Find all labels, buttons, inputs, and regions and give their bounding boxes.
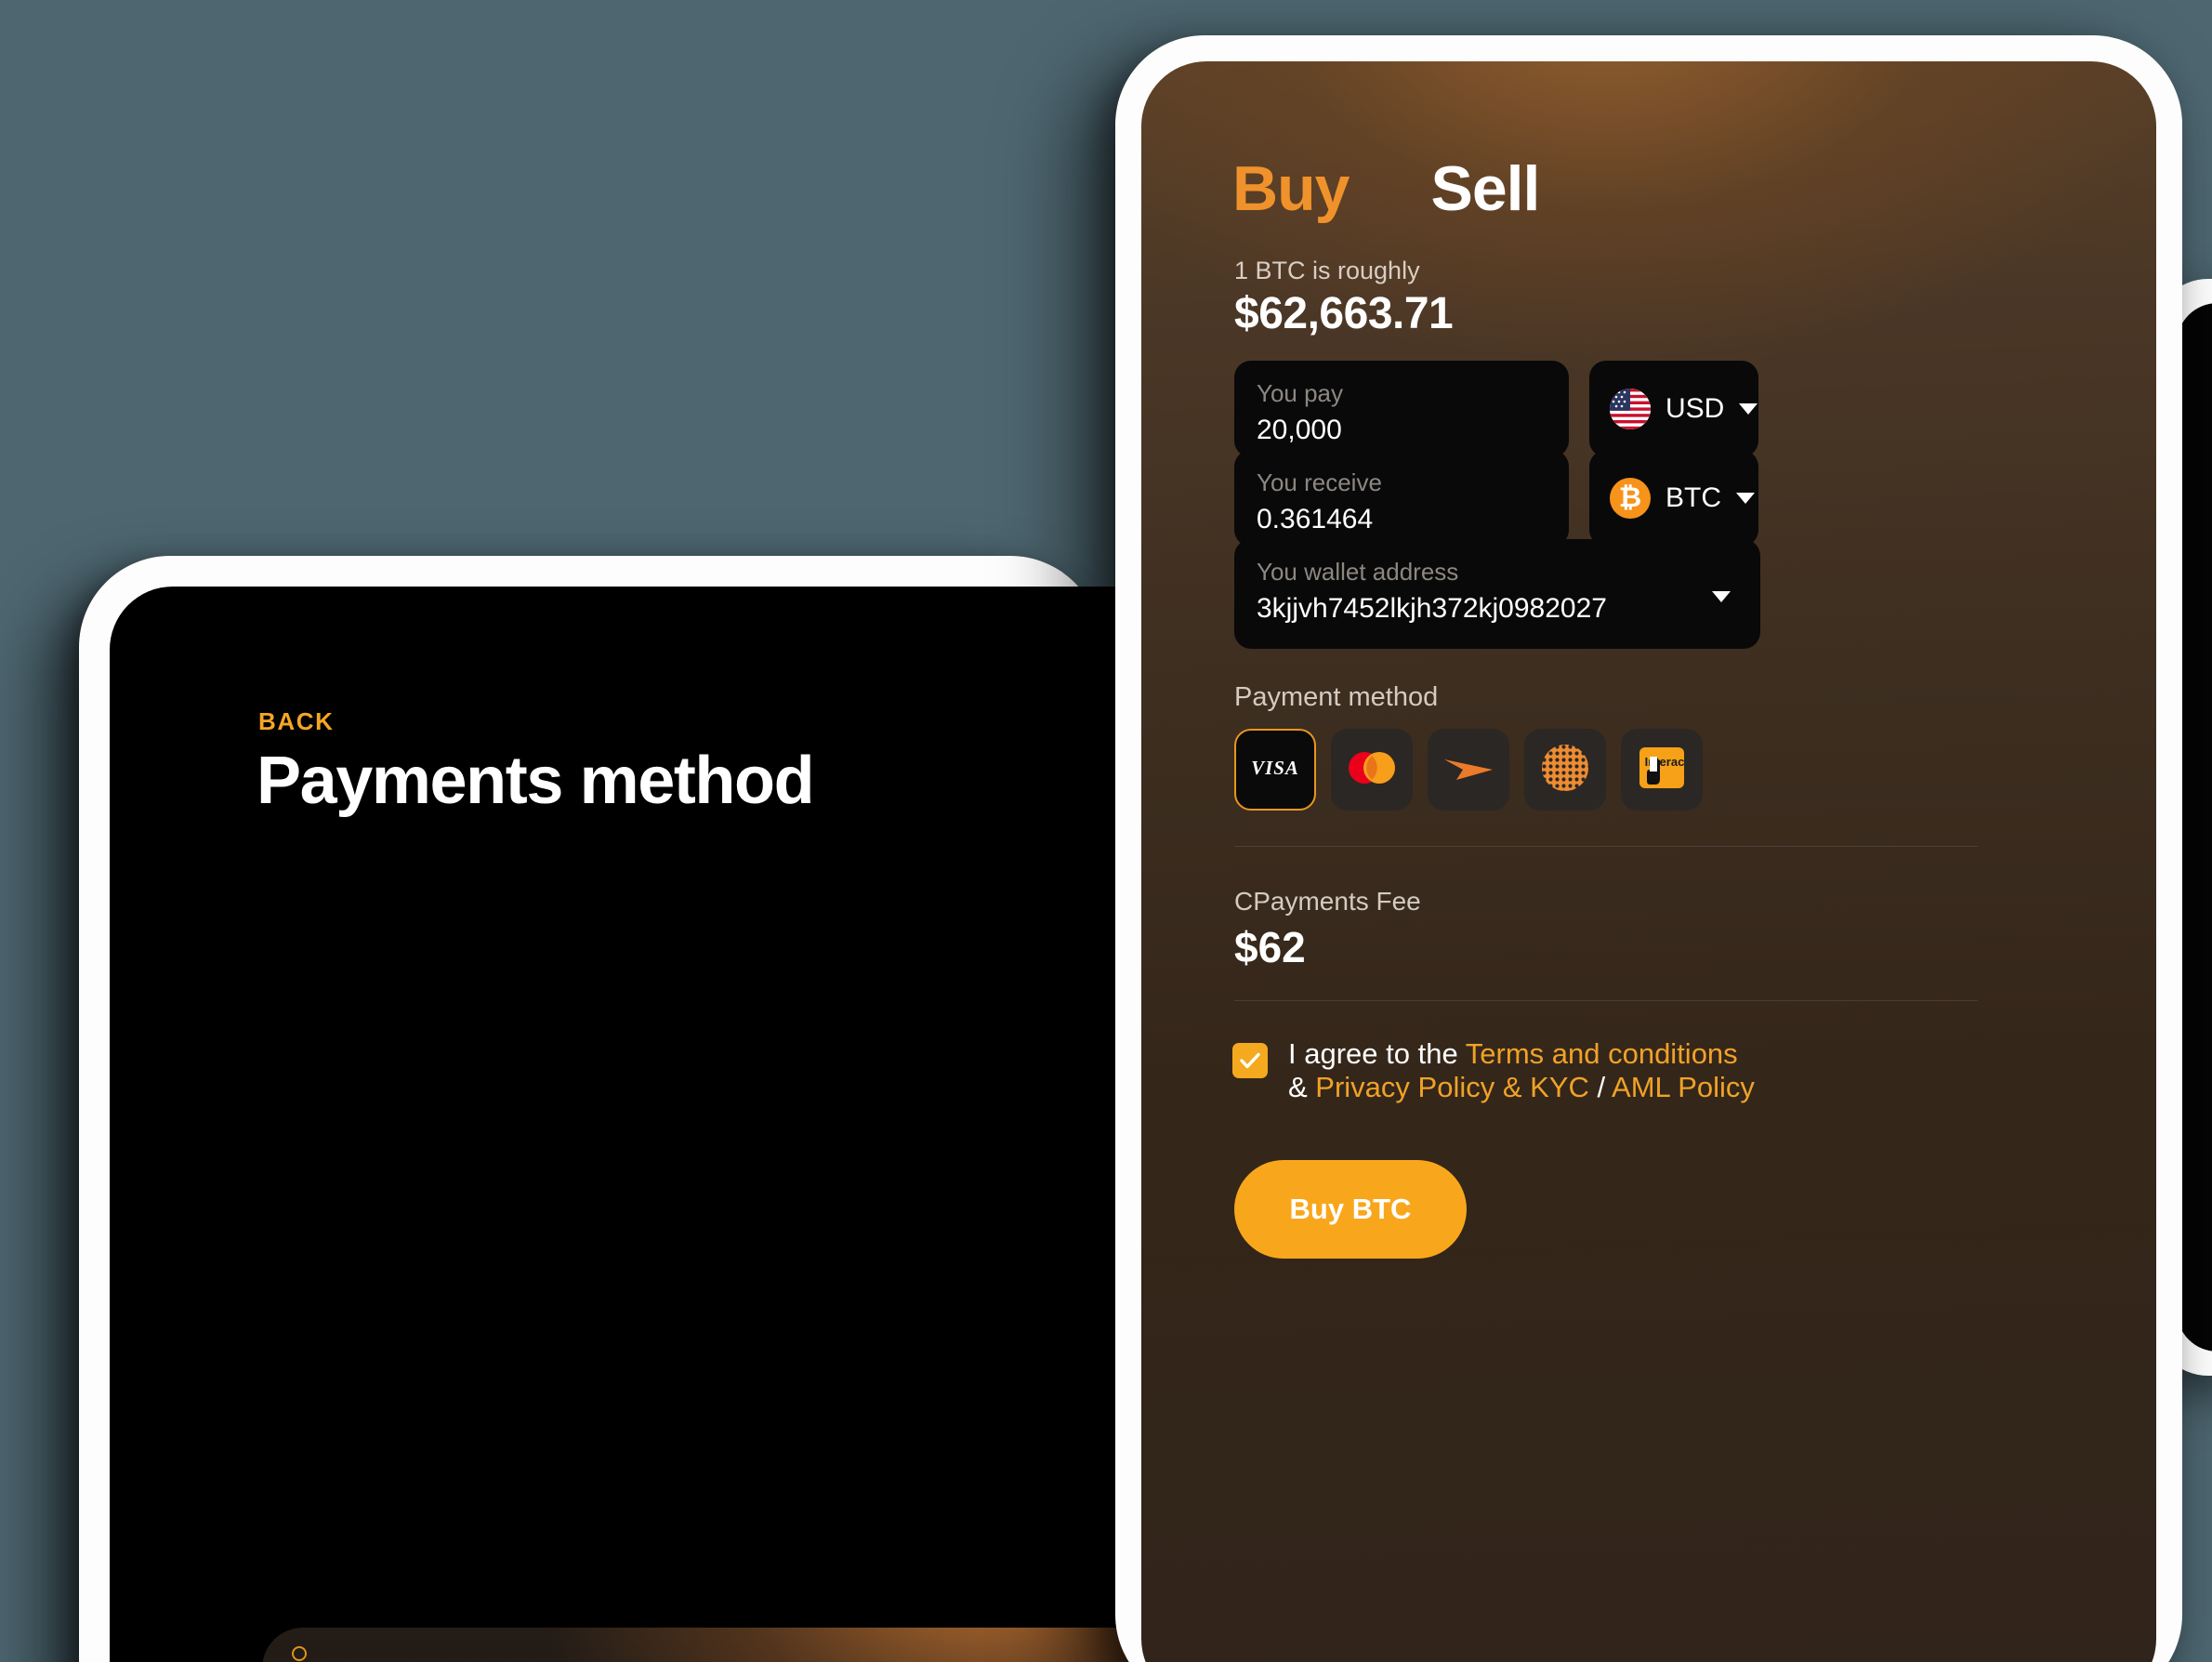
buy-sell-screen: Buy Sell 1 BTC is roughly $62,663.71 You… bbox=[1141, 61, 2156, 1662]
right-device-frame: Buy Sell 1 BTC is roughly $62,663.71 You… bbox=[1115, 35, 2182, 1662]
agreement-text: I agree to the Terms and conditions & Pri… bbox=[1288, 1037, 1755, 1104]
payment-option-interac-etransfer[interactable] bbox=[1428, 729, 1509, 811]
payment-method-options: VISA Interac bbox=[1234, 729, 1703, 811]
payment-option-mastercard[interactable] bbox=[1331, 729, 1413, 811]
credit-card-panel: Credit or Debit Card Card Number Expiry … bbox=[262, 1628, 1132, 1662]
payment-option-visa[interactable]: VISA bbox=[1234, 729, 1316, 811]
you-receive-input[interactable]: You receive 0.361464 bbox=[1234, 450, 1569, 547]
payments-method-screen: BACK Payments method Credit or Debit Car… bbox=[110, 587, 1132, 1662]
wallet-address-value: 3kjjvh7452lkjh372kj0982027 bbox=[1257, 593, 1607, 624]
receive-currency-selector[interactable]: ₿ BTC bbox=[1589, 450, 1758, 547]
privacy-policy-link[interactable]: Privacy Policy & KYC bbox=[1315, 1071, 1589, 1103]
agreement-checkbox[interactable] bbox=[1232, 1043, 1268, 1078]
payment-option-interac[interactable]: Interac bbox=[1621, 729, 1703, 811]
back-button[interactable]: BACK bbox=[258, 707, 335, 736]
you-receive-label: You receive bbox=[1257, 468, 1382, 496]
agreement-separator: / bbox=[1588, 1070, 1613, 1103]
pay-currency-selector[interactable]: USD bbox=[1589, 361, 1758, 457]
svg-text:VISA: VISA bbox=[1251, 758, 1299, 778]
page-title: Payments method bbox=[257, 744, 815, 818]
divider bbox=[1234, 1000, 1978, 1001]
screenshot-stage: BACK Payments method Credit or Debit Car… bbox=[0, 0, 2212, 1662]
rate-label: 1 BTC is roughly bbox=[1234, 257, 1420, 284]
terms-link[interactable]: Terms and conditions bbox=[1466, 1037, 1738, 1070]
divider bbox=[1234, 846, 1978, 847]
chevron-down-icon[interactable] bbox=[1736, 493, 1755, 504]
payment-option-flexepin[interactable] bbox=[1524, 729, 1606, 811]
tab-sell[interactable]: Sell bbox=[1430, 152, 1540, 225]
us-flag-icon bbox=[1610, 389, 1651, 429]
receive-currency-code: BTC bbox=[1666, 482, 1721, 513]
agreement-row: I agree to the Terms and conditions & Pri… bbox=[1232, 1037, 1995, 1104]
mastercard-icon bbox=[1342, 749, 1402, 791]
rate-value: $62,663.71 bbox=[1234, 289, 1454, 338]
visa-icon: VISA bbox=[1247, 757, 1303, 783]
buy-sell-tabs: Buy Sell bbox=[1232, 152, 1540, 225]
mesh-circle-icon bbox=[1541, 744, 1589, 797]
fee-label: CPayments Fee bbox=[1234, 887, 1421, 916]
wallet-address-label: You wallet address bbox=[1257, 558, 1459, 586]
buy-btc-button[interactable]: Buy BTC bbox=[1234, 1160, 1467, 1259]
you-pay-label: You pay bbox=[1257, 379, 1344, 407]
fee-value: $62 bbox=[1234, 923, 1306, 971]
left-device-frame: BACK Payments method Credit or Debit Car… bbox=[79, 556, 1132, 1662]
bitcoin-icon: ₿ bbox=[1610, 478, 1651, 519]
payment-method-label: Payment method bbox=[1234, 682, 1439, 712]
wallet-address-input[interactable]: You wallet address 3kjjvh7452lkjh372kj09… bbox=[1234, 539, 1760, 649]
you-pay-value: 20,000 bbox=[1257, 415, 1342, 445]
pay-currency-code: USD bbox=[1666, 393, 1725, 424]
chevron-down-icon[interactable] bbox=[1712, 591, 1731, 602]
interac-icon: Interac bbox=[1638, 744, 1686, 797]
agreement-amp: & bbox=[1288, 1070, 1316, 1103]
aml-policy-link[interactable]: AML Policy bbox=[1612, 1071, 1755, 1103]
chevron-down-icon[interactable] bbox=[1739, 403, 1758, 415]
arrow-swoosh-icon bbox=[1442, 752, 1495, 788]
you-receive-value: 0.361464 bbox=[1257, 504, 1374, 534]
you-pay-input[interactable]: You pay 20,000 bbox=[1234, 361, 1569, 457]
tab-buy[interactable]: Buy bbox=[1232, 152, 1350, 225]
agreement-prefix: I agree to the bbox=[1288, 1037, 1466, 1070]
